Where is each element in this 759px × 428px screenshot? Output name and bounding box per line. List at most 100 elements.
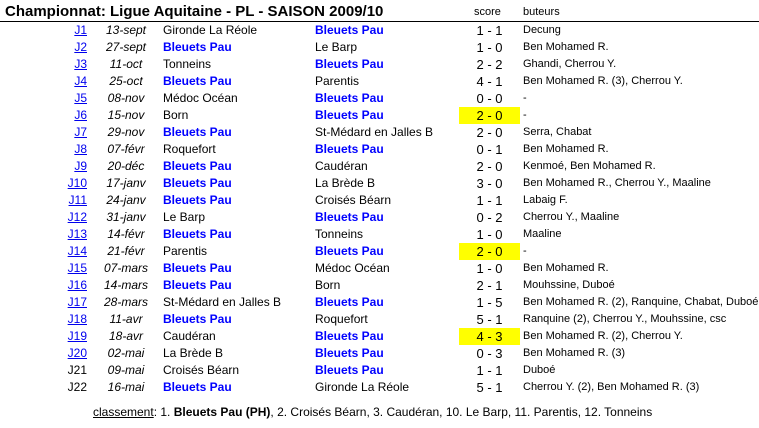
match-scorers: Ben Mohamed R. (3): [523, 347, 626, 359]
match-score: 0 - 2: [476, 210, 503, 225]
match-score: 2 - 0: [476, 125, 503, 140]
home-team: Gironde La Réole: [163, 23, 258, 37]
away-team: Bleuets Pau: [315, 57, 384, 71]
matchday-link[interactable]: J10: [57, 175, 87, 192]
match-scorers: Ben Mohamed R. (2), Cherrou Y.: [523, 330, 683, 342]
home-team: Caudéran: [163, 329, 216, 343]
home-team: Bleuets Pau: [163, 74, 232, 88]
matchday-link[interactable]: J1: [57, 22, 87, 39]
match-scorers: Decung: [523, 24, 561, 36]
match-score: 1 - 1: [476, 193, 503, 208]
away-team: Tonneins: [315, 227, 364, 241]
away-team: Bleuets Pau: [315, 295, 384, 309]
matchday-link[interactable]: J7: [57, 124, 87, 141]
home-team: Médoc Océan: [163, 91, 238, 105]
match-score: 1 - 5: [476, 295, 503, 310]
match-date: 09-mai: [107, 363, 145, 377]
home-team: Le Barp: [163, 210, 206, 224]
away-team: Born: [315, 278, 341, 292]
match-scorers: -: [523, 245, 527, 257]
home-team: Bleuets Pau: [163, 380, 232, 394]
matchday-link[interactable]: J6: [57, 107, 87, 124]
matchday-link[interactable]: J2: [57, 39, 87, 56]
standings-sep: : 1.: [153, 405, 174, 419]
away-team: Caudéran: [315, 159, 368, 173]
match-scorers: Ghandi, Cherrou Y.: [523, 58, 617, 70]
home-team: Bleuets Pau: [163, 40, 232, 54]
match-score: 2 - 0: [459, 107, 520, 124]
match-date: 14-févr: [107, 227, 145, 241]
away-team: Bleuets Pau: [315, 91, 384, 105]
matchday-link[interactable]: J16: [57, 277, 87, 294]
away-team: Bleuets Pau: [315, 346, 384, 360]
match-score: 2 - 0: [459, 243, 520, 260]
away-team: St-Médard en Jalles B: [315, 125, 434, 139]
matchday-link[interactable]: J14: [57, 243, 87, 260]
standings-link[interactable]: classement: [93, 405, 154, 419]
match-date: 28-mars: [103, 295, 148, 309]
match-date: 08-nov: [107, 91, 145, 105]
away-team: Gironde La Réole: [315, 380, 410, 394]
match-scorers: Mouhssine, Duboé: [523, 279, 615, 291]
away-team: La Brède B: [315, 176, 376, 190]
match-score: 0 - 3: [476, 346, 503, 361]
home-team: Bleuets Pau: [163, 227, 232, 241]
match-scorers: Ranquine (2), Cherrou Y., Mouhssine, csc: [523, 313, 727, 325]
match-date: 21-févr: [107, 244, 145, 258]
match-score: 5 - 1: [476, 312, 503, 327]
match-date: 14-mars: [103, 278, 148, 292]
match-scorers: Maaline: [523, 228, 562, 240]
matchday-link[interactable]: J11: [57, 192, 87, 209]
home-team: Bleuets Pau: [163, 278, 232, 292]
standings: classement: 1. Bleuets Pau (PH), 2. Croi…: [93, 405, 652, 419]
matchday-link[interactable]: J13: [57, 226, 87, 243]
matchday-link[interactable]: J3: [57, 56, 87, 73]
match-date: 11-oct: [109, 57, 143, 71]
match-date: 13-sept: [105, 23, 147, 37]
match-scorers: -: [523, 109, 527, 121]
match-scorers: Kenmoé, Ben Mohamed R.: [523, 160, 656, 172]
standings-first: Bleuets Pau (PH): [173, 405, 271, 419]
match-scorers: Duboé: [523, 364, 556, 376]
matchday-link[interactable]: J19: [57, 328, 87, 345]
match-scorers: Ben Mohamed R. (3), Cherrou Y.: [523, 75, 683, 87]
matchday-link[interactable]: J5: [57, 90, 87, 107]
match-scorers: Serra, Chabat: [523, 126, 592, 138]
match-scorers: Cherrou Y. (2), Ben Mohamed R. (3): [523, 381, 700, 393]
away-team: Bleuets Pau: [315, 363, 384, 377]
match-scorers: Ben Mohamed R.: [523, 41, 609, 53]
away-team: Bleuets Pau: [315, 108, 384, 122]
scorers-column-header: buteurs: [523, 6, 560, 18]
page-title: Championnat: Ligue Aquitaine - PL - SAIS…: [5, 3, 384, 20]
home-team: Bleuets Pau: [163, 312, 232, 326]
home-team: La Brède B: [163, 346, 224, 360]
match-date: 07-févr: [107, 142, 145, 156]
matchday-link[interactable]: J8: [57, 141, 87, 158]
away-team: Roquefort: [315, 312, 368, 326]
matchday-link[interactable]: J12: [57, 209, 87, 226]
match-scorers: Ben Mohamed R.: [523, 143, 609, 155]
matchday-link[interactable]: J20: [57, 345, 87, 362]
matchday-link[interactable]: J4: [57, 73, 87, 90]
matchday-link[interactable]: J17: [57, 294, 87, 311]
match-date: 25-oct: [109, 74, 143, 88]
home-team: Roquefort: [163, 142, 216, 156]
match-date: 11-avr: [109, 312, 143, 326]
away-team: Croisés Béarn: [315, 193, 392, 207]
match-score: 1 - 1: [476, 23, 503, 38]
match-score: 2 - 0: [476, 159, 503, 174]
score-column-header: score: [474, 6, 501, 18]
match-date: 17-janv: [106, 176, 146, 190]
away-team: Parentis: [315, 74, 360, 88]
match-score: 3 - 0: [476, 176, 503, 191]
matchday-link[interactable]: J9: [57, 158, 87, 175]
matchday-link[interactable]: J18: [57, 311, 87, 328]
match-scorers: -: [523, 92, 527, 104]
match-score: 2 - 1: [476, 278, 503, 293]
match-date: 29-nov: [107, 125, 145, 139]
matchday-link[interactable]: J15: [57, 260, 87, 277]
match-date: 15-nov: [107, 108, 145, 122]
home-team: Bleuets Pau: [163, 125, 232, 139]
home-team: Tonneins: [163, 57, 212, 71]
match-score: 1 - 0: [476, 261, 503, 276]
